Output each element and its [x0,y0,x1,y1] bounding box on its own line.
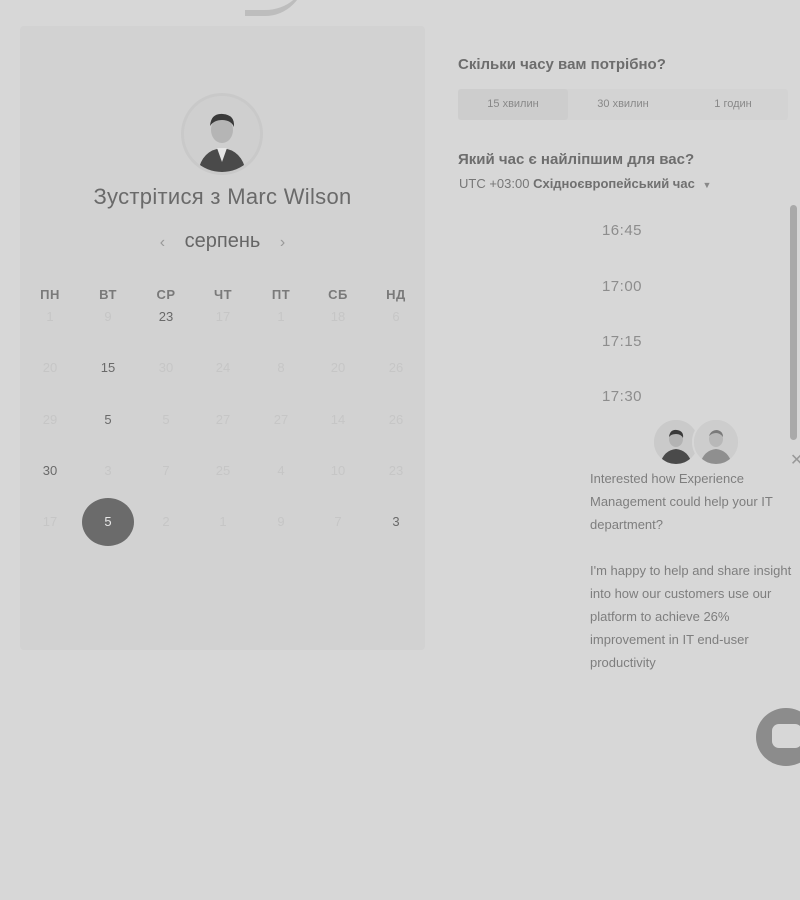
chat-message-line-1: Interested how Experience Management cou… [590,471,773,532]
calendar-day-unavailable: 1 [219,514,227,529]
calendar-day-unavailable: 1 [46,309,54,324]
duration-heading: Скільки часу вам потрібно? [458,56,666,73]
calendar-day-unavailable: 8 [277,360,285,375]
calendar-day-unavailable: 26 [388,360,404,375]
calendar-day-unavailable: 26 [388,412,404,427]
calendar-day-unavailable: 20 [42,360,58,375]
calendar-day-unavailable: 27 [215,412,231,427]
calendar-day-unavailable: 9 [277,514,285,529]
timezone-offset: UTC +03:00 [459,176,530,191]
calendar-day-selected[interactable]: 5 [82,498,134,546]
chat-message-line-2: I'm happy to help and share insight into… [590,563,792,670]
calendar-day-unavailable: 25 [215,463,231,478]
calendar-day-unavailable: 7 [334,514,342,529]
calendar-day-unavailable: 18 [330,309,346,324]
calendar-day-unavailable: 17 [215,309,231,324]
calendar-day-unavailable: 1 [277,309,285,324]
weekday-label: НД [386,287,406,302]
weekday-label: ПТ [271,287,291,302]
chat-launcher-button[interactable] [756,708,800,766]
time-heading: Який час є найліпшим для вас? [458,151,695,168]
calendar-day-unavailable: 4 [277,463,285,478]
month-label: серпень [184,230,261,252]
chat-icon [772,724,800,748]
calendar-day-unavailable: 30 [158,360,174,375]
calendar-day-unavailable: 2 [162,514,170,529]
weekday-label: ВТ [99,287,117,302]
calendar-day-unavailable: 9 [104,309,112,324]
time-slot[interactable]: 17:00 [572,278,672,295]
meeting-title: Зустрітися з Marc Wilson [93,184,352,209]
chevron-down-icon: ▼ [702,180,712,190]
calendar-day-unavailable: 23 [388,463,404,478]
month-navigation: ‹ серпень › [20,230,425,253]
duration-option-60[interactable]: 1 годин [678,89,788,120]
calendar-day-unavailable: 20 [330,360,346,375]
duration-option-15[interactable]: 15 хвилин [458,89,568,120]
calendar-day-unavailable: 14 [330,412,346,427]
weekday-label: ПН [40,287,60,302]
calendar-day-unavailable: 27 [273,412,289,427]
brand-logo [245,0,305,16]
timezone-selector[interactable]: UTC +03:00 Східноєвропейський час ▼ [459,176,711,191]
weekday-label: СР [156,287,176,302]
prev-month-icon[interactable]: ‹ [160,234,165,251]
calendar-day-available[interactable]: 23 [141,309,191,324]
calendar-day-unavailable: 17 [42,514,58,529]
calendar-day-unavailable: 24 [215,360,231,375]
calendar-day-unavailable: 6 [392,309,400,324]
duration-selector: 15 хвилин 30 хвилин 1 годин [458,89,788,120]
calendar-day-unavailable: 5 [162,412,170,427]
calendar-day-unavailable: 10 [330,463,346,478]
weekday-label: ЧТ [213,287,233,302]
weekday-label: СБ [328,287,348,302]
calendar-day-available[interactable]: 5 [83,412,133,427]
time-slot[interactable]: 17:30 [572,388,672,405]
host-avatar [184,96,260,172]
calendar-day-unavailable: 3 [104,463,112,478]
calendar-day-available[interactable]: 3 [371,514,421,529]
chat-message: Interested how Experience Management cou… [590,467,800,697]
time-slot[interactable]: 17:15 [572,333,672,350]
next-month-icon[interactable]: › [280,234,285,251]
calendar-day-available[interactable]: 15 [83,360,133,375]
duration-option-30[interactable]: 30 хвилин [568,89,678,120]
calendar-day-available[interactable]: 30 [25,463,75,478]
time-slots-scrollbar[interactable] [790,205,797,440]
calendar-day-unavailable: 29 [42,412,58,427]
time-slot[interactable]: 16:45 [572,222,672,239]
timezone-name: Східноєвропейський час [533,176,695,191]
agent-avatar [692,418,740,466]
calendar-day-unavailable: 7 [162,463,170,478]
